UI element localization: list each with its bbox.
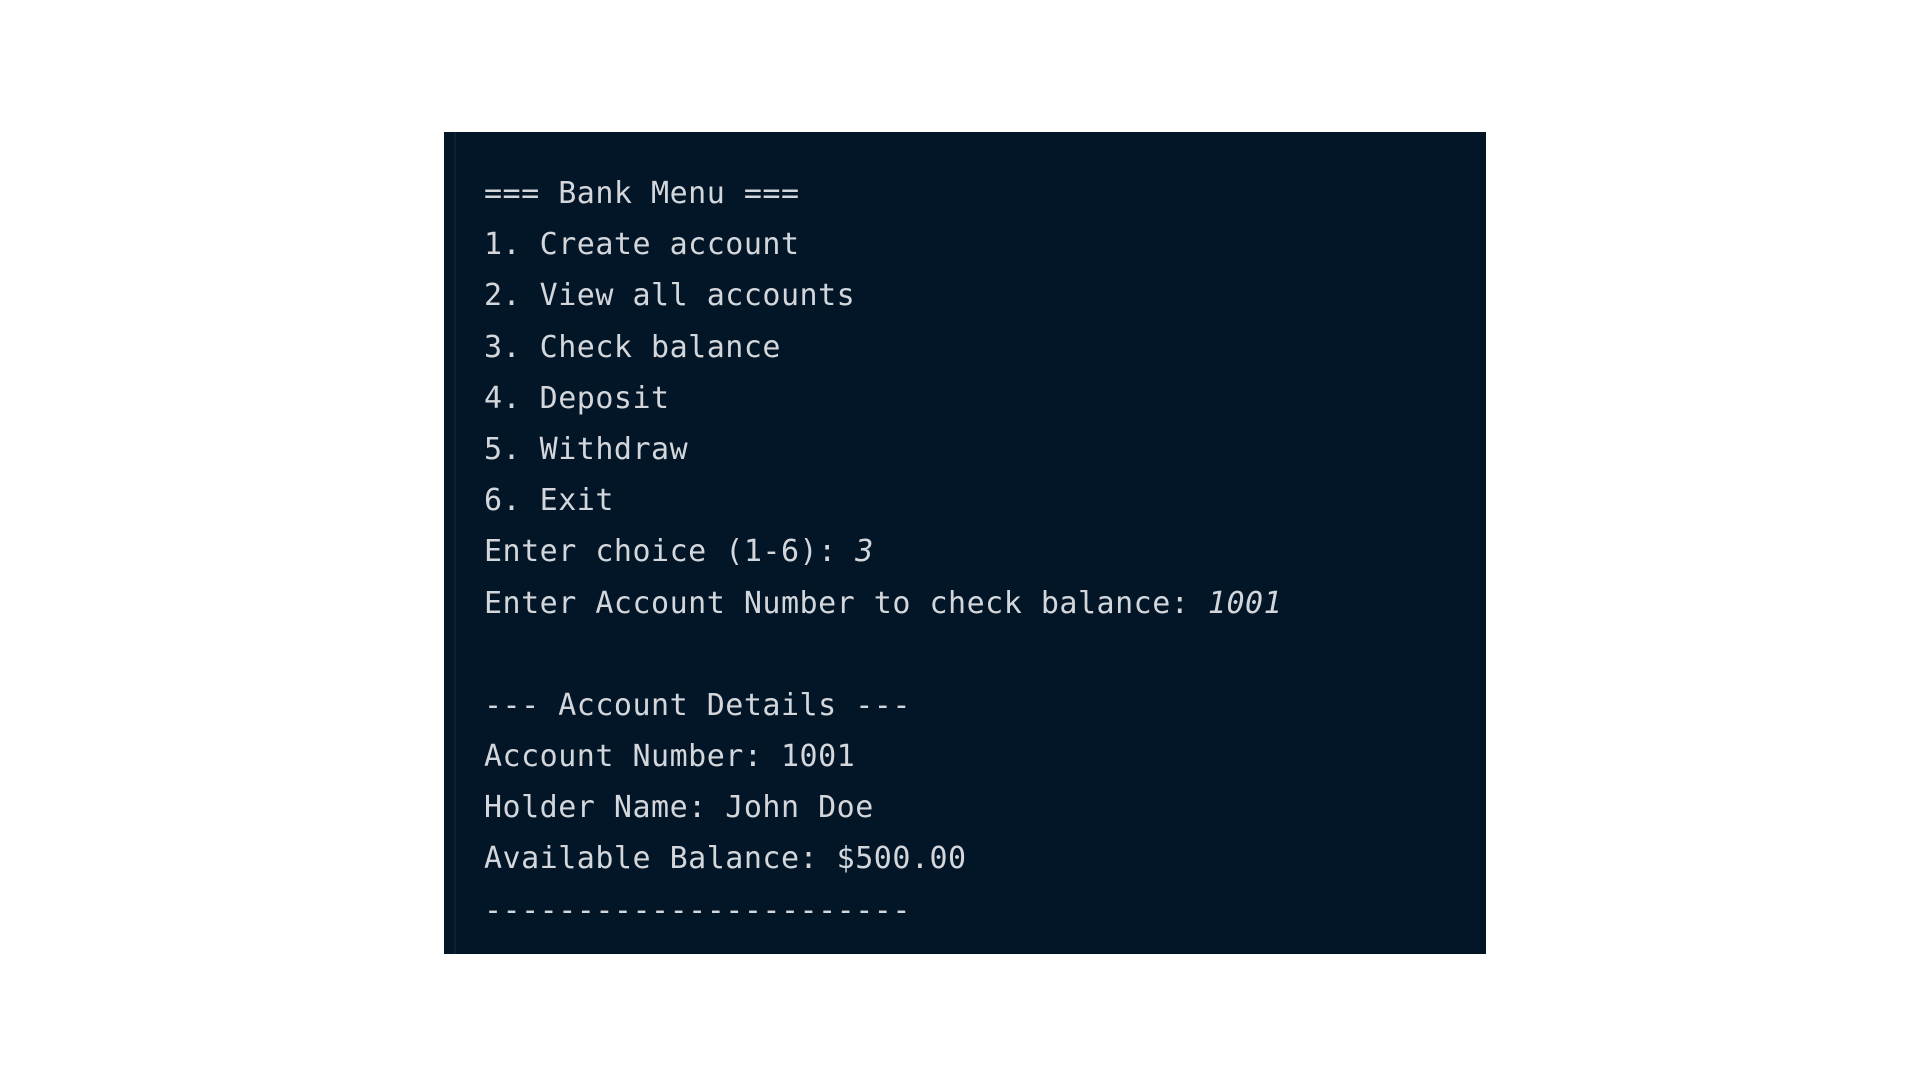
menu-option-withdraw: 5. Withdraw [484, 431, 689, 467]
menu-option-create-account: 1. Create account [484, 227, 800, 263]
available-balance-line: Available Balance: $500.00 [484, 841, 967, 877]
choice-prompt-line: Enter choice (1-6): 3 [484, 526, 1486, 577]
choice-input: 3 [855, 534, 874, 570]
menu-option-deposit: 4. Deposit [484, 380, 670, 416]
holder-name-line: Holder Name: John Doe [484, 790, 874, 826]
account-prompt: Enter Account Number to check balance: [484, 585, 1208, 621]
menu-option-view-accounts: 2. View all accounts [484, 278, 856, 314]
account-number-input: 1001 [1207, 585, 1283, 621]
menu-header: === Bank Menu === [484, 176, 800, 211]
console-output-panel: === Bank Menu === 1. Create account 2. V… [444, 132, 1486, 954]
menu-option-check-balance: 3. Check balance [484, 329, 781, 365]
account-prompt-line: Enter Account Number to check balance: 1… [484, 578, 1486, 629]
account-details-header: --- Account Details --- [484, 687, 911, 723]
footer-rule: ----------------------- [484, 892, 911, 928]
account-number-line: Account Number: 1001 [484, 739, 856, 775]
choice-prompt: Enter choice (1-6): [484, 534, 856, 570]
menu-option-exit: 6. Exit [484, 483, 614, 519]
gutter-divider [454, 132, 456, 954]
